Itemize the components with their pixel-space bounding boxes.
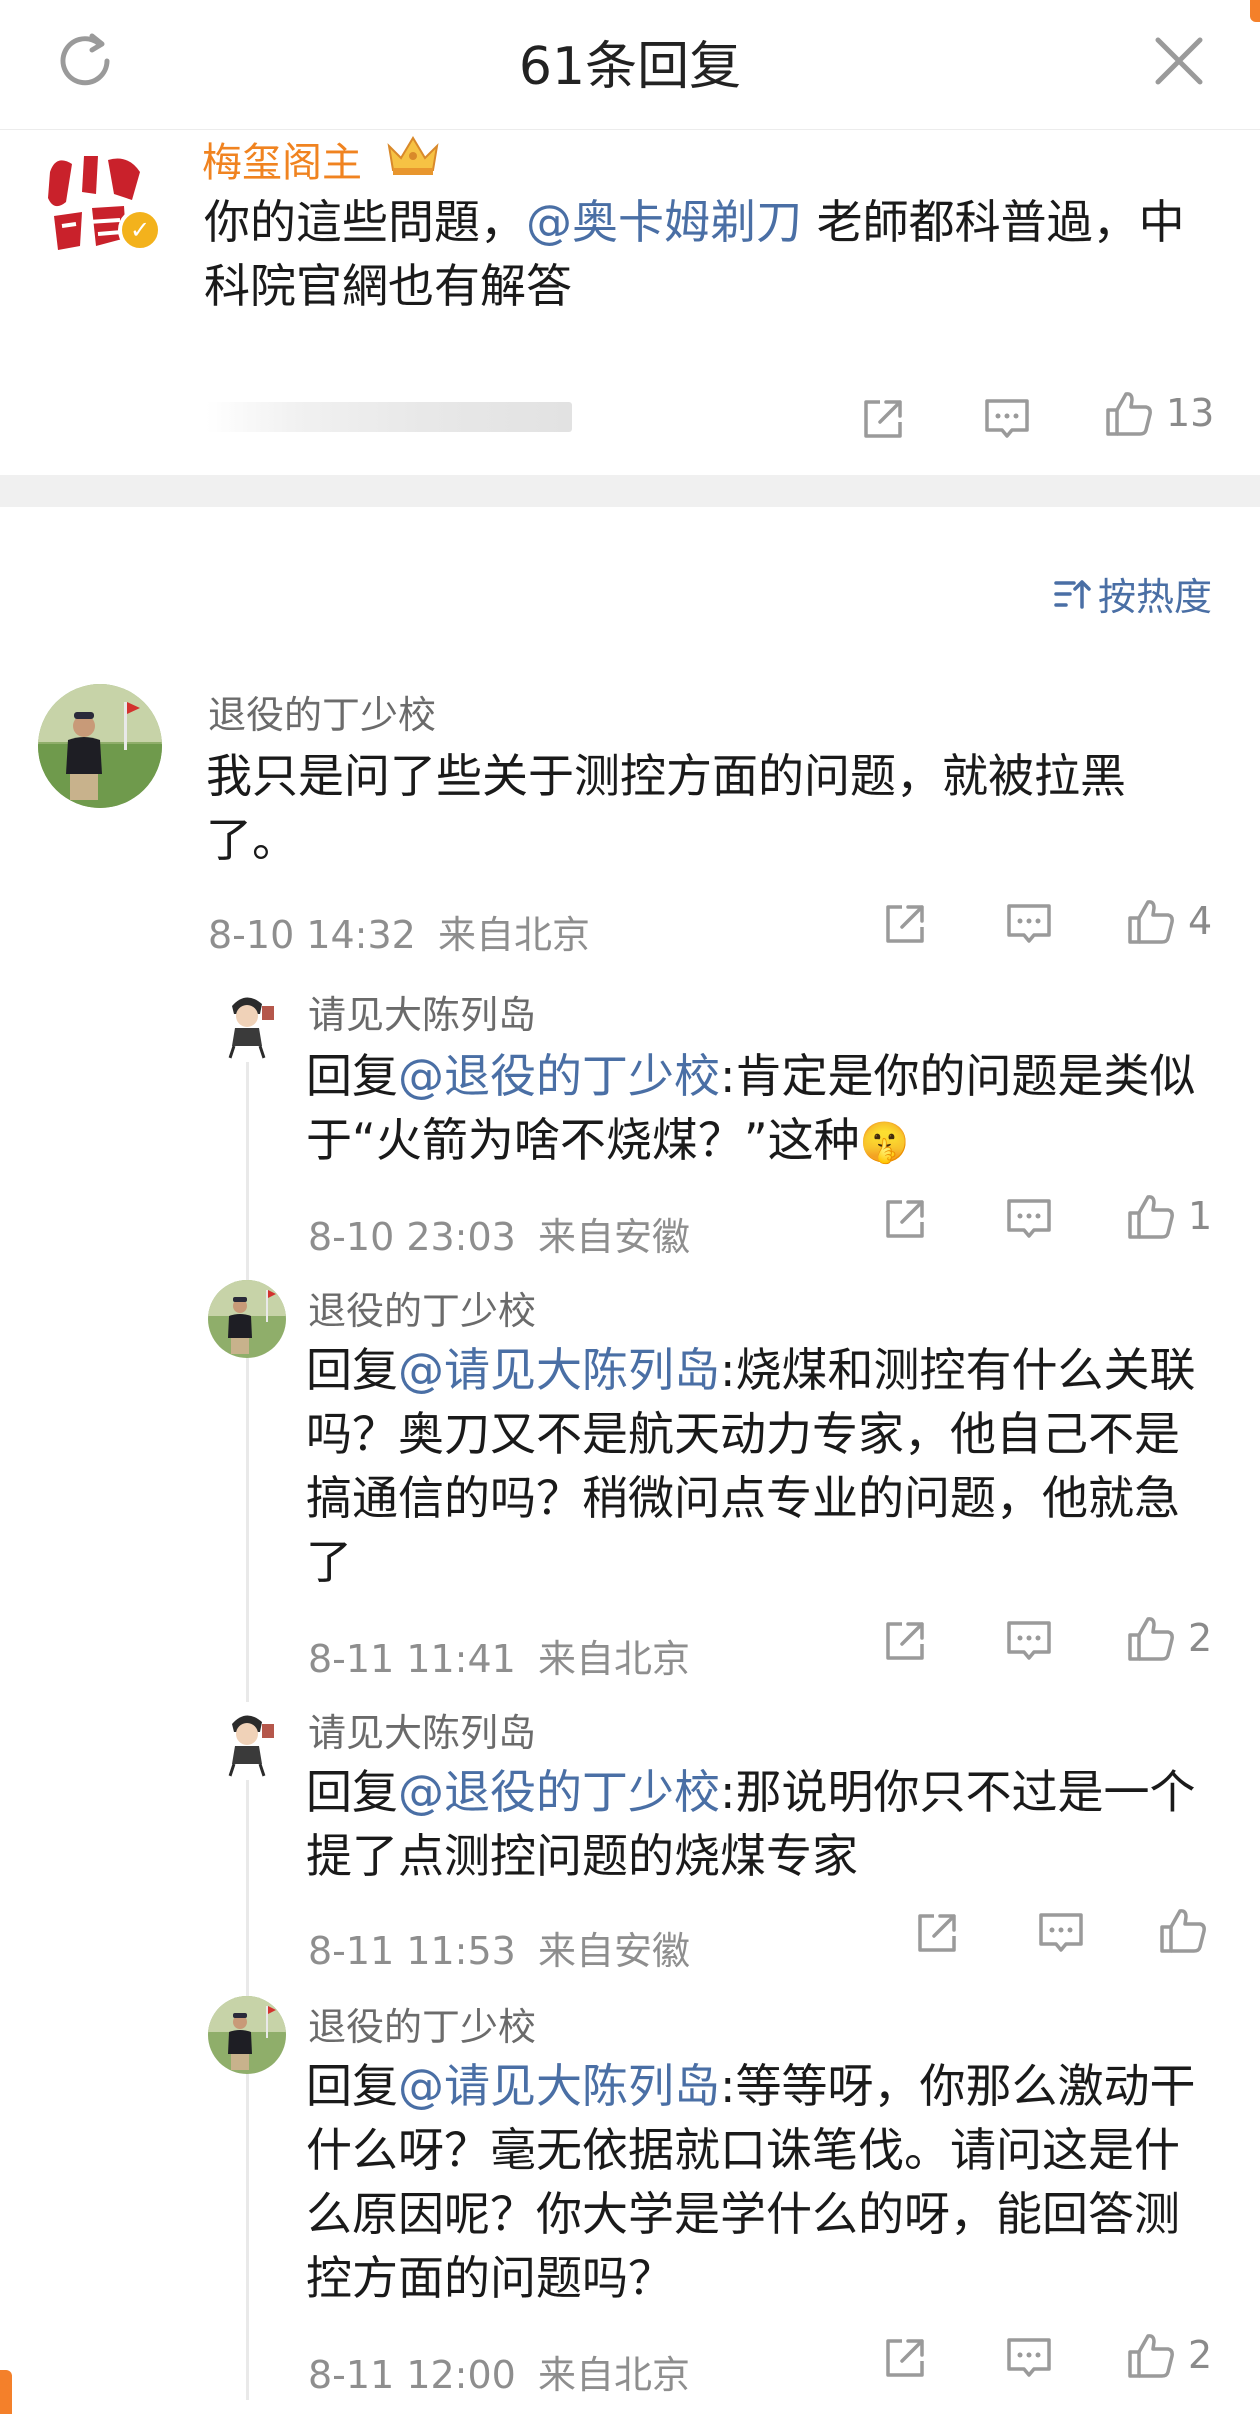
reply-text: 回复@退役的丁少校:那说明你只不过是一个提了点测控问题的烧煤专家	[306, 1760, 1216, 1888]
like-icon	[1128, 2334, 1174, 2378]
comment-icon	[1007, 904, 1051, 943]
crown-icon	[387, 136, 439, 175]
reply-text: 回复@请见大陈列岛:烧煤和测控有什么关联吗？奥刀又不是航天动力专家，他自己不是搞…	[306, 1338, 1216, 1594]
reply-time: 8-11 12:00	[308, 2353, 516, 2397]
comment-icon	[1007, 1621, 1051, 1660]
like-count: 4	[1188, 899, 1213, 943]
comment-location: 来自北京	[437, 913, 590, 957]
reply-author[interactable]: 请见大陈列岛	[308, 984, 536, 1039]
mention-link[interactable]: @奥卡姆剃刀	[526, 195, 802, 249]
page-title: 61条回复	[518, 37, 742, 97]
author-name[interactable]: 梅玺阁主	[202, 130, 362, 188]
share-button[interactable]	[912, 1908, 962, 1958]
redacted-meta	[206, 402, 572, 432]
share-button[interactable]	[880, 2333, 930, 2383]
like-count: 2	[1188, 1616, 1213, 1660]
reply-prefix: 回复	[306, 1049, 398, 1103]
edge-accent	[1250, 0, 1260, 22]
like-count: 2	[1188, 2333, 1213, 2377]
comment-icon	[985, 399, 1029, 438]
share-button[interactable]	[880, 899, 930, 949]
share-icon	[918, 1914, 956, 1952]
mention-link[interactable]: @请见大陈列岛	[398, 1343, 720, 1397]
reply-button[interactable]	[1004, 1194, 1054, 1244]
like-icon	[1128, 1617, 1174, 1661]
avatar[interactable]	[208, 1996, 286, 2074]
mention-link[interactable]: @请见大陈列岛	[398, 2059, 720, 2113]
shush-emoji: 🤫	[859, 1120, 910, 1166]
reply-time: 8-11 11:41	[308, 1637, 516, 1681]
like-button[interactable]: 2	[1126, 2330, 1212, 2380]
reply-author[interactable]: 退役的丁少校	[308, 1996, 536, 2051]
mention-link[interactable]: @退役的丁少校	[398, 1765, 720, 1819]
comment-text: 你的這些問題，@奥卡姆剃刀 老師都科普過，中科院官網也有解答	[204, 190, 1214, 318]
comment-meta: 8-10 14:32 来自北京	[208, 904, 590, 959]
reply-header: 61条回复	[0, 0, 1260, 130]
sort-by-popularity[interactable]: 按热度	[1052, 566, 1212, 621]
reply-location: 来自安徽	[537, 1929, 690, 1973]
share-button[interactable]	[858, 394, 908, 444]
reply-button[interactable]	[1036, 1908, 1086, 1958]
share-icon	[886, 2339, 924, 2377]
like-button[interactable]	[1158, 1905, 1220, 1955]
comment-icon	[1007, 1199, 1051, 1238]
section-divider	[0, 475, 1260, 507]
reply-author[interactable]: 退役的丁少校	[308, 1280, 536, 1335]
verified-icon: ✓	[118, 208, 162, 252]
comment-icon	[1007, 2338, 1051, 2377]
share-icon	[864, 400, 902, 438]
share-button[interactable]	[880, 1194, 930, 1244]
reply-prefix: 回复	[306, 1343, 398, 1397]
reply-meta: 8-11 12:00 来自北京	[308, 2344, 690, 2399]
avatar[interactable]	[208, 1702, 286, 1780]
like-button[interactable]: 4	[1126, 896, 1212, 946]
avatar[interactable]	[38, 684, 162, 808]
close-icon[interactable]	[1148, 30, 1210, 92]
reply-meta: 8-11 11:53 来自安徽	[308, 1920, 690, 1975]
reply-meta: 8-10 23:03 来自安徽	[308, 1206, 690, 1261]
like-icon	[1160, 1909, 1206, 1953]
like-button[interactable]: 2	[1126, 1613, 1212, 1663]
like-count: 1	[1188, 1194, 1213, 1238]
comment-time: 8-10 14:32	[208, 913, 416, 957]
like-button[interactable]: 1	[1126, 1191, 1212, 1241]
like-icon	[1128, 900, 1174, 944]
like-icon	[1106, 392, 1152, 436]
reply-text: 回复@请见大陈列岛:等等呀，你那么激动干什么呀？毫无依据就口诛笔伐。请问这是什么…	[306, 2054, 1216, 2310]
reply-prefix: 回复	[306, 1765, 398, 1819]
sort-icon	[1054, 579, 1091, 609]
mention-link[interactable]: @退役的丁少校	[398, 1049, 720, 1103]
avatar[interactable]	[208, 1280, 286, 1358]
sort-label: 按热度	[1097, 575, 1212, 619]
share-icon	[886, 905, 924, 943]
reply-author[interactable]: 请见大陈列岛	[308, 1702, 536, 1757]
reply-location: 来自北京	[537, 1637, 690, 1681]
comment-icon	[1039, 1913, 1083, 1952]
comment-author[interactable]: 退役的丁少校	[208, 684, 436, 739]
reply-prefix: 回复	[306, 2059, 398, 2113]
reply-button[interactable]	[982, 394, 1032, 444]
share-icon	[886, 1200, 924, 1238]
reply-button[interactable]	[1004, 899, 1054, 949]
reply-meta: 8-11 11:41 来自北京	[308, 1628, 690, 1683]
share-button[interactable]	[880, 1616, 930, 1666]
share-icon	[886, 1622, 924, 1660]
original-comment: ✓ 梅玺阁主 你的這些問題，@奥卡姆剃刀 老師都科普過，中科院官網也有解答 13	[0, 130, 1260, 475]
reply-time: 8-11 11:53	[308, 1929, 516, 1973]
reply-button[interactable]	[1004, 1616, 1054, 1666]
reply-location: 来自北京	[537, 2353, 690, 2397]
reply-button[interactable]	[1004, 2333, 1054, 2383]
avatar[interactable]	[208, 984, 286, 1062]
reply-location: 来自安徽	[537, 1215, 690, 1259]
edge-accent	[0, 2370, 12, 2414]
reply-time: 8-10 23:03	[308, 1215, 516, 1259]
like-count: 13	[1166, 391, 1215, 435]
like-button[interactable]: 13	[1104, 388, 1214, 438]
reply-text: 回复@退役的丁少校:肯定是你的问题是类似于“火箭为啥不烧煤？”这种🤫	[306, 1044, 1216, 1175]
text-prefix: 你的這些問題，	[204, 195, 526, 249]
comment-text: 我只是问了些关于测控方面的问题，就被拉黑了。	[206, 749, 1126, 867]
like-icon	[1128, 1195, 1174, 1239]
